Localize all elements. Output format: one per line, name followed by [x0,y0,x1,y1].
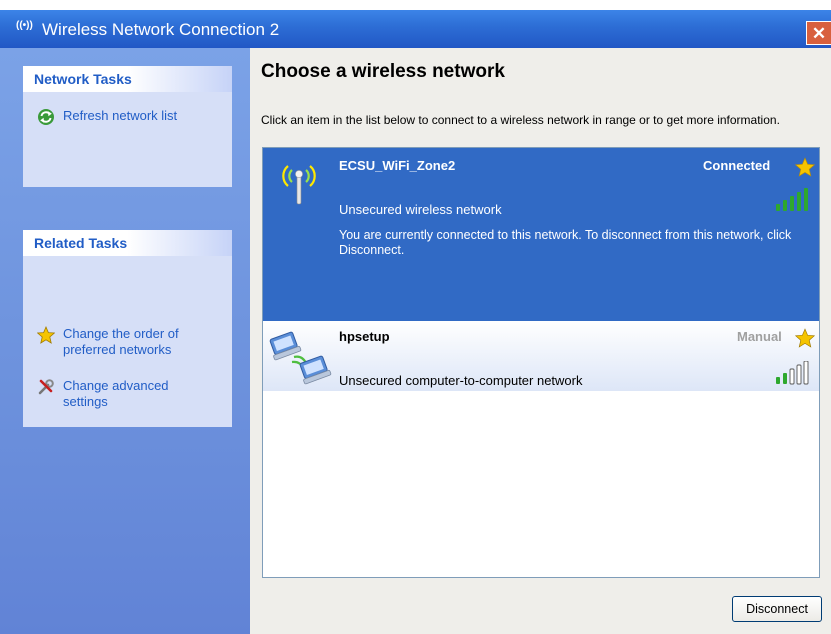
change-order-label: Change the order of preferred networks [63,326,179,357]
change-order-preferred-networks-link[interactable]: Change the order of preferred networks [37,326,212,358]
window-title: Wireless Network Connection 2 [42,20,280,39]
instruction-text: Click an item in the list below to conne… [261,113,780,127]
access-point-icon [282,165,316,205]
network-security: Unsecured computer-to-computer network [339,373,583,388]
change-advanced-settings-link[interactable]: Change advanced settings [37,378,212,410]
close-button[interactable]: ✕ [806,21,831,45]
computer-to-computer-icon [269,331,332,385]
network-item-ecsu-wifi-zone2[interactable]: ECSU_WiFi_Zone2 Connected Unsecured wire… [263,148,819,321]
task-pane: Network Tasks Refresh network list Relat… [0,48,250,634]
signal-strength-icon [776,188,808,211]
preferred-network-star-icon [795,157,815,177]
disconnect-button[interactable]: Disconnect [732,596,822,622]
connection-status: Connected [703,158,771,173]
star-icon [37,326,55,344]
network-item-hpsetup[interactable]: hpsetup Manual Unsecured computer-to-com… [263,321,819,391]
page-title: Choose a wireless network [261,61,505,82]
network-tasks-header: Network Tasks [23,66,232,92]
connection-description: You are currently connected to this netw… [339,228,792,257]
related-tasks-header: Related Tasks [23,230,232,256]
network-name: ECSU_WiFi_Zone2 [339,158,456,173]
wireless-network-window: ((•)) Wireless Network Connection 2 ✕ Ne… [0,0,831,634]
network-security: Unsecured wireless network [339,202,502,217]
tools-icon [38,379,54,395]
connection-status: Manual [737,329,782,344]
title-bar[interactable]: ((•)) Wireless Network Connection 2 ✕ [0,10,831,48]
related-tasks-box: Related Tasks Change the order of prefer… [23,230,232,427]
change-advanced-label: Change advanced settings [63,378,169,409]
refresh-network-list-label: Refresh network list [63,108,178,123]
network-tasks-box: Network Tasks Refresh network list [23,66,232,187]
preferred-network-star-icon [795,328,815,348]
refresh-icon [38,109,54,125]
main-content: Choose a wireless network Click an item … [250,48,831,634]
wireless-signal-icon: ((•)) [16,20,33,31]
network-name: hpsetup [339,329,390,344]
refresh-network-list-link[interactable]: Refresh network list [37,108,177,126]
signal-strength-icon [776,361,809,385]
network-list[interactable]: ECSU_WiFi_Zone2 Connected Unsecured wire… [262,147,820,578]
